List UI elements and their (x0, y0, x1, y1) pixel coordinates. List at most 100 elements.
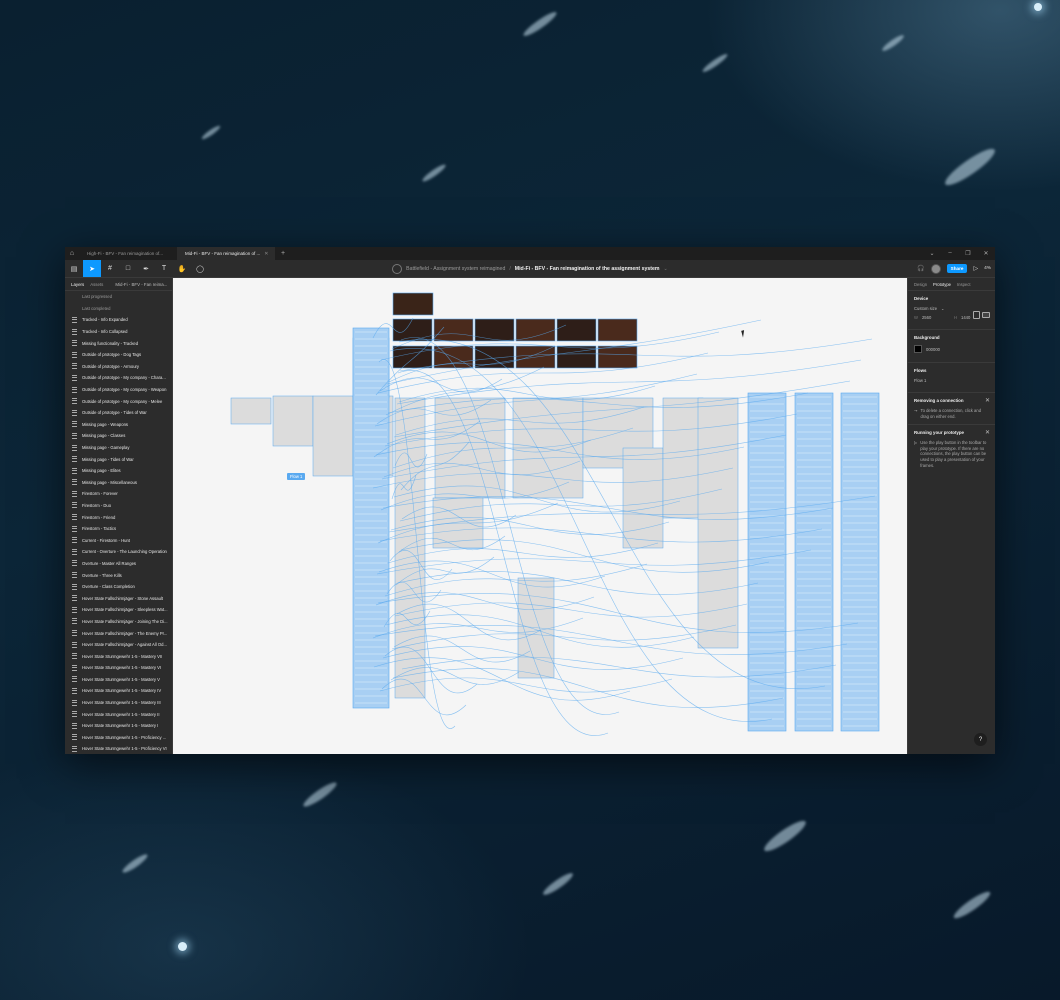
flow-starting-point[interactable]: Flow 1 (287, 473, 306, 480)
layer-item[interactable]: Current - Overture - The Launching Opera… (65, 546, 172, 558)
layer-item[interactable]: Outside of prototype - My company - Weap… (65, 384, 172, 396)
layer-label: Overture - Three Kills (82, 572, 122, 578)
layer-item[interactable]: Outside of prototype - Armoury (65, 361, 172, 373)
close-icon[interactable]: ✕ (985, 397, 990, 404)
layer-item[interactable]: Hover State Sturmgewehr 1-5 - Mastery II (65, 708, 172, 720)
shape-tool-icon[interactable]: □ (119, 260, 137, 277)
layer-item[interactable]: Hover State Sturmgewehr 1-5 - Mastery V (65, 674, 172, 686)
canvas[interactable]: Flow 1 (173, 278, 907, 754)
layer-item[interactable]: Hover State Fallschirmjäger - The Enemy … (65, 627, 172, 639)
layer-item[interactable]: Firestorm - Duo (65, 500, 172, 512)
background-hex-input[interactable]: 000000 (926, 347, 940, 352)
main-menu-icon[interactable]: ▤ (65, 260, 83, 277)
frame-icon (72, 432, 77, 439)
layer-item[interactable]: Firestorm - Tactics (65, 523, 172, 535)
tab-assets[interactable]: Assets (90, 282, 103, 287)
tab-design[interactable]: Design (914, 282, 927, 287)
layer-item[interactable]: Missing page - Tides of War (65, 453, 172, 465)
prototype-connection (387, 542, 659, 564)
layer-item[interactable]: Hover State Sturmgewehr 1-5 - Mastery IV (65, 685, 172, 697)
flow-item[interactable]: Flow 1 (914, 378, 926, 383)
layer-item[interactable]: Outside of prototype - My company - Char… (65, 372, 172, 384)
layer-item[interactable]: Hover State Fallschirmjäger - Against Al… (65, 639, 172, 651)
text-tool-icon[interactable]: T (155, 260, 173, 277)
layer-item[interactable]: Tracked - Info Expanded (65, 314, 172, 326)
layer-item[interactable]: Missing page - Weapons (65, 419, 172, 431)
help-button[interactable]: ? (974, 733, 987, 746)
layer-label: Hover State Sturmgewehr 1-5 - Mastery VI (82, 665, 162, 671)
layer-item[interactable]: Missing page - Miscellaneous (65, 477, 172, 489)
layer-item[interactable]: Firestorm - Friend (65, 511, 172, 523)
layer-item[interactable]: Current - Firestorm - Hunt (65, 534, 172, 546)
width-input[interactable]: 2560 (922, 315, 950, 320)
layer-label: Outside of prototype - Armoury (82, 363, 140, 369)
layer-item[interactable]: Missing page - Classes (65, 430, 172, 442)
layer-item[interactable]: Overture - Master All Ranges (65, 558, 172, 570)
play-icon[interactable]: ▷ (973, 265, 978, 272)
frame-tool-icon[interactable]: # (101, 260, 119, 277)
layer-item[interactable]: Hover State Fallschirmjäger - Sleepless … (65, 604, 172, 616)
close-icon[interactable]: ✕ (264, 251, 268, 257)
frame-icon (72, 340, 77, 347)
tip-body: Use the play button in the toolbar to pl… (920, 440, 987, 468)
layer-section[interactable]: Last progressed (65, 291, 172, 303)
layer-item[interactable]: Firestorm - Forever (65, 488, 172, 500)
portrait-icon[interactable] (973, 311, 980, 319)
minimize-icon[interactable]: – (941, 250, 959, 257)
layer-item[interactable]: Missing functionality - Tracked (65, 337, 172, 349)
hand-tool-icon[interactable]: ✋ (173, 260, 191, 277)
layer-item[interactable]: Outside of prototype - My company - Mele… (65, 395, 172, 407)
chevron-down-icon[interactable]: ⌄ (941, 306, 945, 311)
tab-high-fi[interactable]: High-Fi - BFV - Fan reimagination of... (79, 247, 177, 260)
layer-item[interactable]: Hover State Sturmgewehr 1-5 - Proficienc… (65, 743, 172, 754)
frame-icon (72, 548, 77, 555)
layer-label: Hover State Sturmgewehr 1-5 - Mastery II… (82, 700, 161, 706)
share-button[interactable]: Share (946, 264, 968, 273)
avatar[interactable] (930, 263, 941, 274)
chevron-down-icon[interactable]: ⌄ (663, 266, 667, 272)
file-name[interactable]: Mid-Fi - BFV - Fan reimagination of the … (515, 266, 660, 272)
layer-section[interactable]: Last completed (65, 303, 172, 315)
home-icon[interactable]: ⌂ (65, 247, 79, 260)
tab-mid-fi[interactable]: Mid-Fi - BFV - Fan reimagination of ... … (177, 247, 275, 260)
layer-label: Hover State Sturmgewehr 1-5 - Proficienc… (82, 746, 167, 752)
height-input[interactable]: 1440 (961, 315, 970, 320)
background-swatch[interactable] (914, 345, 922, 353)
layer-label: Firestorm - Friend (82, 514, 116, 520)
tab-inspect[interactable]: Inspect (957, 282, 971, 287)
layer-label: Hover State Sturmgewehr 1-5 - Mastery IV (82, 688, 162, 694)
comment-tool-icon[interactable]: ◯ (191, 260, 209, 277)
layer-item[interactable]: Hover State Sturmgewehr 1-5 - Mastery I (65, 720, 172, 732)
layer-item[interactable]: Missing page - Elites (65, 465, 172, 477)
tab-prototype[interactable]: Prototype (933, 282, 951, 287)
maximize-icon[interactable]: ❐ (959, 250, 977, 257)
landscape-icon[interactable] (982, 312, 990, 318)
layer-item[interactable]: Tracked - Info Collapsed (65, 326, 172, 338)
move-tool-icon[interactable]: ➤ (83, 260, 101, 277)
layer-item[interactable]: Hover State Sturmgewehr 1-5 - Mastery VI… (65, 650, 172, 662)
chevron-down-icon[interactable]: ⌄ (923, 250, 941, 257)
device-select[interactable]: Custom size (914, 306, 937, 311)
zoom-level[interactable]: 4% (984, 266, 991, 271)
background-section: Background 000000 (908, 330, 995, 363)
layer-item[interactable]: Hover State Fallschirmjäger - Joining Th… (65, 616, 172, 628)
layer-item[interactable]: Outside of prototype - Dog Tags (65, 349, 172, 361)
page-selector[interactable]: Mid-Fi - BFV - Fan reima... (115, 282, 167, 287)
layer-item[interactable]: Hover State Sturmgewehr 1-5 - Proficienc… (65, 732, 172, 744)
layer-item[interactable]: Hover State Sturmgewehr 1-5 - Mastery VI (65, 662, 172, 674)
new-tab-icon[interactable]: + (275, 250, 291, 257)
pen-tool-icon[interactable]: ✒ (137, 260, 155, 277)
layer-item[interactable]: Overture - Class Completion (65, 581, 172, 593)
project-name[interactable]: Battlefield - Assignment system reimagin… (406, 266, 505, 272)
layer-item[interactable]: Overture - Three Kills (65, 569, 172, 581)
orientation-toggle[interactable] (973, 311, 990, 319)
layer-item[interactable]: Hover State Fallschirmjäger - Stone Assa… (65, 592, 172, 604)
tab-layers[interactable]: Layers (71, 282, 84, 287)
layer-item[interactable]: Outside of prototype - Tides of War (65, 407, 172, 419)
close-window-icon[interactable]: ✕ (977, 250, 995, 257)
close-icon[interactable]: ✕ (985, 429, 990, 436)
layer-item[interactable]: Hover State Sturmgewehr 1-5 - Mastery II… (65, 697, 172, 709)
frame (697, 397, 739, 649)
layer-item[interactable]: Missing page - Gameplay (65, 442, 172, 454)
headphones-icon[interactable]: 🎧 (917, 265, 924, 272)
